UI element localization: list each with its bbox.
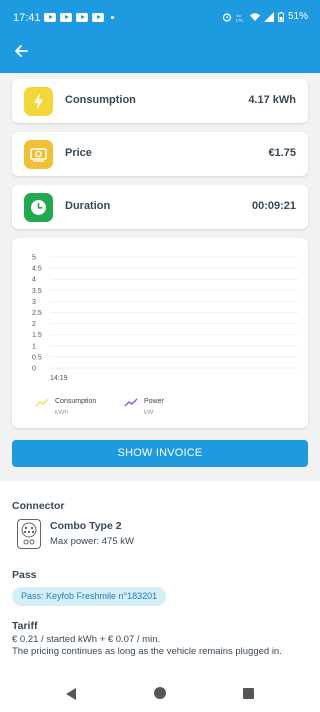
connector-name: Combo Type 2	[50, 520, 122, 532]
price-label: Price	[65, 147, 92, 159]
money-icon	[30, 148, 47, 162]
y-tick-label: 2.5	[32, 310, 42, 317]
tariff-note: The pricing continues as long as the veh…	[12, 646, 282, 657]
y-tick-label: 3.5	[32, 288, 42, 295]
battery-percent: 51%	[287, 11, 308, 22]
price-value: €1.75	[268, 147, 296, 159]
duration-value: 00:09:21	[251, 200, 296, 212]
tariff-section-title: Tariff	[12, 620, 38, 632]
nav-home-icon[interactable]	[154, 687, 166, 699]
back-arrow-icon[interactable]	[12, 42, 30, 60]
legend-series-unit: kW	[144, 409, 154, 416]
alarm-icon	[222, 12, 232, 22]
y-tick-label: 5	[32, 255, 36, 262]
status-time: 17:41	[13, 12, 41, 24]
nav-recents-icon[interactable]	[243, 688, 254, 699]
y-tick-label: 1.5	[32, 332, 42, 339]
y-tick-label: 0.5	[32, 354, 42, 361]
app-bar: 17:41 Vo LTE 51%	[0, 0, 320, 73]
tariff-description: € 0.21 / started kWh + € 0.07 / min. The…	[12, 634, 308, 658]
connector-section-title: Connector	[12, 500, 65, 512]
youtube-icon	[44, 13, 56, 22]
legend-icon	[35, 398, 49, 407]
lightning-icon	[34, 93, 43, 110]
legend-series-name: Consumption	[55, 398, 96, 405]
status-bar: 17:41 Vo LTE 51%	[0, 0, 320, 36]
y-tick-label: 4	[32, 277, 36, 284]
consumption-badge	[24, 87, 53, 116]
pass-section-title: Pass	[12, 569, 37, 581]
y-tick-label: 4.5	[32, 266, 42, 273]
volte-icon: VoLTE	[236, 13, 243, 22]
y-tick-label: 0	[32, 366, 36, 373]
system-icons: Vo LTE 51%	[222, 11, 308, 22]
combo-connector-icon	[17, 519, 41, 549]
show-invoice-button[interactable]: SHOW INVOICE	[12, 440, 308, 467]
battery-icon	[278, 11, 284, 22]
y-tick-label: 2	[32, 321, 36, 328]
more-notifications-icon	[111, 16, 114, 19]
legend-icon	[124, 398, 138, 407]
duration-card: Duration 00:09:21	[12, 185, 308, 229]
duration-badge	[24, 193, 53, 222]
y-tick-label: 3	[32, 299, 36, 306]
signal-icon	[263, 11, 274, 22]
chart-card: 5 4.5 4 3.5 3 2.5 2 1.5 1 0.5 0 14:19 Consumption kWh…	[12, 238, 308, 428]
youtube-icon	[76, 13, 88, 22]
notification-icons	[44, 13, 114, 22]
connector-max-power: Max power: 475 kW	[50, 536, 134, 547]
consumption-label: Consumption	[65, 94, 136, 106]
wifi-icon	[249, 12, 260, 21]
clock-icon	[31, 200, 46, 215]
consumption-power-chart: 5 4.5 4 3.5 3 2.5 2 1.5 1 0.5 0 14:19 Consumption kWh…	[32, 255, 298, 416]
x-tick-label: 14:19	[50, 375, 68, 382]
tariff-rate: € 0.21 / started kWh + € 0.07 / min.	[12, 634, 161, 645]
price-badge	[24, 140, 53, 169]
legend-series-name: Power	[144, 398, 165, 405]
y-tick-label: 1	[32, 343, 36, 350]
consumption-card: Consumption 4.17 kWh	[12, 79, 308, 123]
youtube-icon	[60, 13, 72, 22]
consumption-value: 4.17 kWh	[248, 94, 296, 106]
svg-text:LTE: LTE	[236, 17, 243, 22]
pass-chip[interactable]: Pass: Keyfob Freshmile n°183201	[12, 587, 167, 606]
price-card: Price €1.75	[12, 132, 308, 176]
legend-series-unit: kWh	[55, 409, 68, 416]
duration-label: Duration	[65, 200, 111, 212]
nav-back-icon[interactable]	[66, 688, 76, 700]
youtube-icon	[92, 13, 104, 22]
